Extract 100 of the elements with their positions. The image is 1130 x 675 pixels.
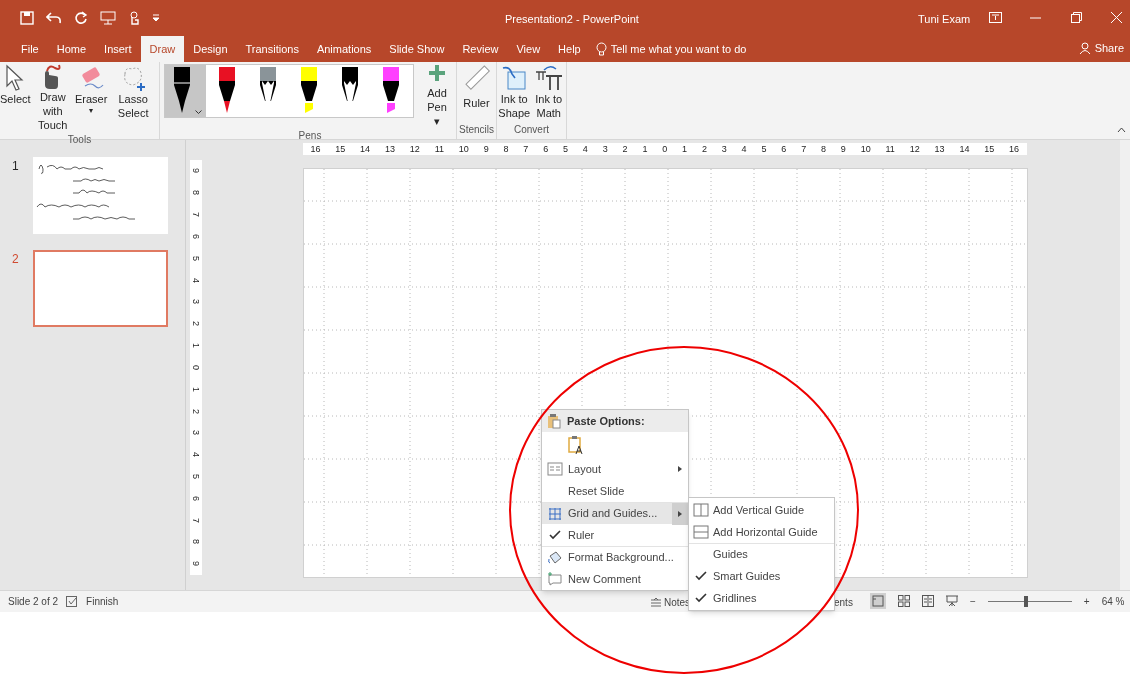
ribbon-display-icon[interactable] <box>989 12 1002 23</box>
ribbon-tool-button[interactable]: Lasso Select <box>107 64 159 132</box>
ribbon-tool-button[interactable]: Select <box>0 64 31 132</box>
ruler-number: 4 <box>741 144 747 154</box>
add-pen-button[interactable]: Add Pen ▾ <box>422 64 452 128</box>
ruler-number: 6 <box>191 495 201 501</box>
context-menu-item[interactable]: Ruler <box>542 524 688 546</box>
context-menu-item[interactable]: Grid and Guides... <box>542 502 688 524</box>
ribbon-tab[interactable]: Draw <box>140 36 185 62</box>
submenu-item[interactable]: Gridlines <box>689 587 834 609</box>
submenu-item[interactable]: Guides <box>689 543 834 565</box>
zoom-level[interactable]: 64 % <box>1101 593 1125 609</box>
pen-option[interactable] <box>165 65 206 117</box>
grid-icon <box>548 506 562 521</box>
ruler-number: 3 <box>191 430 201 436</box>
presenter-icon[interactable] <box>100 11 116 25</box>
ruler-number: 1 <box>682 144 688 154</box>
lightbulb-icon <box>595 41 607 57</box>
group-label: Tools <box>66 133 93 147</box>
submenu-item[interactable]: Add Horizontal Guide <box>689 521 834 543</box>
ruler-number: 4 <box>191 452 201 458</box>
ruler-number: 6 <box>191 233 201 239</box>
slide-thumbnail[interactable] <box>33 250 168 327</box>
caret-icon: ▾ <box>89 106 94 116</box>
redo-icon[interactable] <box>74 11 88 25</box>
ruler-number: 7 <box>523 144 529 154</box>
comments-button[interactable]: ents <box>834 595 853 610</box>
context-menu-item[interactable]: New Comment <box>542 568 688 590</box>
ruler-number: 8 <box>503 144 509 154</box>
ruler-number: 2 <box>191 321 201 327</box>
caret-icon <box>195 110 202 114</box>
ruler-number: 14 <box>360 144 371 154</box>
save-icon[interactable] <box>20 11 34 25</box>
paste-options-header: Paste Options: <box>542 410 688 432</box>
context-menu-item[interactable]: Format Background... <box>542 546 688 568</box>
ribbon-tab[interactable]: File <box>12 36 48 62</box>
ribbon-tab[interactable]: Help <box>549 36 590 62</box>
ruler-number: 16 <box>1009 144 1020 154</box>
ribbon-tool-button[interactable]: Eraser ▾ <box>74 64 108 132</box>
ruler-number: 8 <box>191 539 201 545</box>
ruler-number: 8 <box>821 144 826 154</box>
ruler-number: 5 <box>563 144 569 154</box>
slider-thumb[interactable] <box>1023 595 1028 607</box>
paste-text-icon[interactable] <box>568 435 584 455</box>
ruler-number: 16 <box>310 144 321 154</box>
zoom-out-button[interactable]: − <box>970 593 976 609</box>
context-menu-item[interactable]: Reset Slide <box>542 480 688 502</box>
ribbon-tab[interactable]: Review <box>453 36 508 62</box>
submenu-item[interactable]: Smart Guides <box>689 565 834 587</box>
vertical-guide-icon <box>693 503 709 517</box>
ruler-number: 2 <box>191 408 201 414</box>
normal-view-icon[interactable] <box>870 593 886 609</box>
comment-icon <box>547 572 563 586</box>
customize-icon[interactable] <box>152 14 160 22</box>
ruler-number: 6 <box>781 144 787 154</box>
slide-number: 1 <box>12 158 20 175</box>
ruler-number: 15 <box>335 144 346 154</box>
ruler-number: 3 <box>191 299 201 305</box>
ruler-number: 7 <box>191 212 201 218</box>
ruler-number: 3 <box>721 144 727 154</box>
ribbon-tab[interactable]: Home <box>47 36 96 62</box>
zoom-in-button[interactable]: + <box>1083 593 1090 609</box>
collapse-ribbon-icon[interactable] <box>1117 127 1126 133</box>
ruler-number: 12 <box>909 144 920 154</box>
slide-sorter-icon[interactable] <box>898 595 910 607</box>
ruler-number: 1 <box>642 144 648 154</box>
tell-me-field[interactable]: Tell me what you want to do <box>595 36 747 62</box>
undo-icon[interactable] <box>46 11 62 25</box>
ribbon-tool-button[interactable]: Ink to Shape <box>498 64 531 122</box>
ruler-number: 12 <box>409 144 420 154</box>
ribbon-tab[interactable]: Insert <box>95 36 141 62</box>
ribbon-tool-button[interactable]: Draw with Touch <box>30 64 75 132</box>
ribbon-tab[interactable]: Design <box>184 36 237 62</box>
ribbon-tab[interactable]: Transitions <box>236 36 308 62</box>
ruler-number: 0 <box>662 144 668 154</box>
ruler-button[interactable]: Ruler <box>457 62 496 122</box>
ruler-number: 9 <box>483 144 489 154</box>
horizontal-guide-icon <box>693 525 709 539</box>
ruler-number: 6 <box>543 144 549 154</box>
share-button[interactable]: Share <box>1078 39 1124 56</box>
slideshow-icon[interactable] <box>946 595 958 607</box>
ribbon-tool-button[interactable]: Ink to Math <box>532 64 565 122</box>
pi-icon <box>533 64 564 92</box>
ribbon-tab[interactable]: Animations <box>307 36 381 62</box>
ribbon-tab[interactable]: Slide Show <box>380 36 454 62</box>
ruler-number: 2 <box>622 144 628 154</box>
ruler-number: 15 <box>984 144 995 154</box>
ribbon-tab[interactable]: View <box>507 36 550 62</box>
language-label[interactable]: Finnish <box>86 594 119 609</box>
user-name: Tuni Exam <box>918 12 971 27</box>
reading-view-icon[interactable] <box>922 595 934 607</box>
ruler-number: 4 <box>582 144 588 154</box>
context-menu-item[interactable]: Layout <box>542 458 688 480</box>
submenu-item[interactable]: Add Vertical Guide <box>689 499 834 521</box>
spelling-icon[interactable] <box>66 596 79 607</box>
zoom-slider[interactable] <box>987 595 1072 607</box>
ruler-number: 0 <box>191 364 201 370</box>
close-icon[interactable] <box>1111 12 1122 23</box>
restore-icon[interactable] <box>1071 12 1082 23</box>
clipboard-icon <box>547 413 561 429</box>
